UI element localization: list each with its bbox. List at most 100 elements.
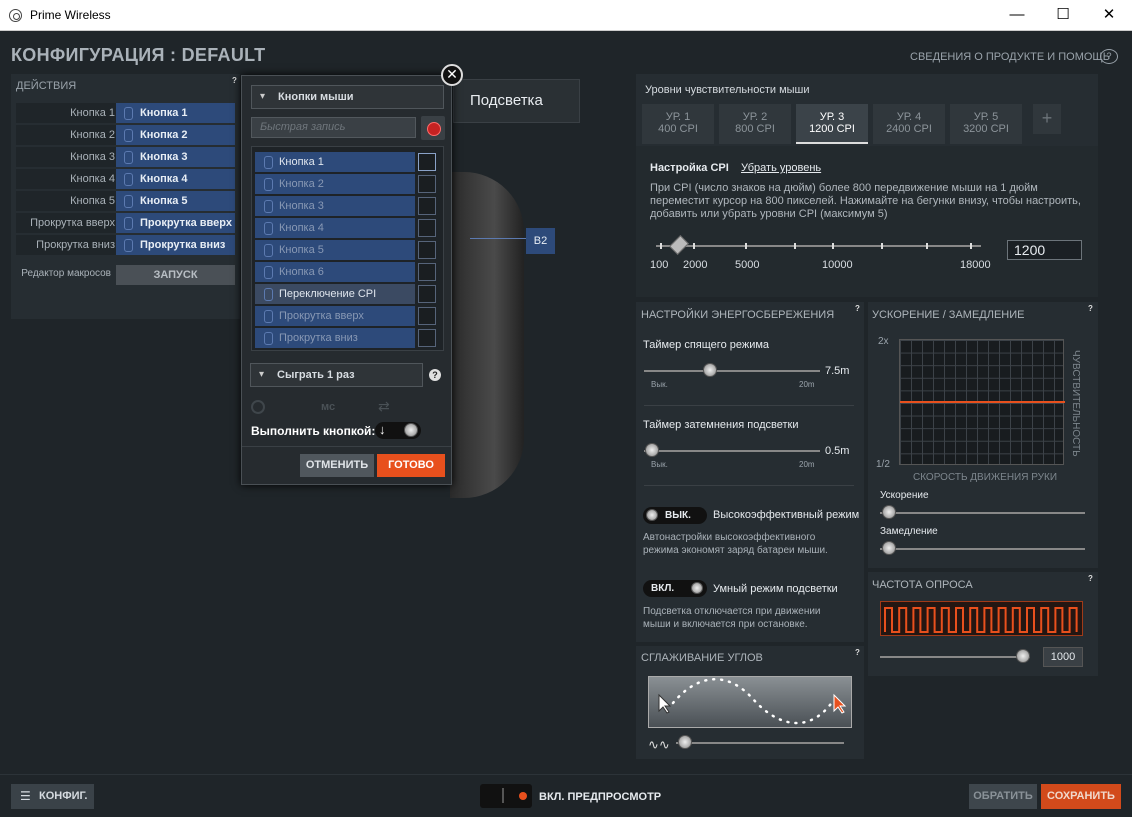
button-list-checkbox[interactable]: [418, 153, 436, 171]
cpi-level-tab[interactable]: УР. 5 3200 CPI: [950, 104, 1022, 144]
dim-timer-knob[interactable]: [645, 443, 660, 457]
product-help-link[interactable]: СВЕДЕНИЯ О ПРОДУКТЕ И ПОМОЩЬ: [910, 51, 1110, 63]
mouse-button-b2[interactable]: B2: [526, 228, 555, 254]
play-mode-dropdown[interactable]: Сыграть 1 раз: [250, 363, 423, 387]
divider: [242, 446, 451, 447]
play-help-icon[interactable]: ?: [429, 369, 441, 381]
cpi-slider-track[interactable]: [656, 245, 981, 247]
smoothing-knob[interactable]: [678, 735, 692, 749]
button-list-item[interactable]: Прокрутка вверх: [255, 306, 415, 326]
button-list-checkbox[interactable]: [418, 219, 436, 237]
level-cpi: 3200 CPI: [963, 123, 1009, 135]
button-list-item[interactable]: Кнопка 3: [255, 196, 415, 216]
polling-knob[interactable]: [1016, 649, 1030, 663]
action-value-button[interactable]: Кнопка 4: [116, 169, 235, 189]
button-list-item[interactable]: Прокрутка вниз: [255, 328, 415, 348]
launch-macro-button[interactable]: ЗАПУСК: [116, 265, 235, 285]
divider: [644, 485, 854, 486]
mouse-image: [450, 172, 524, 498]
accel-help-icon[interactable]: ?: [1086, 304, 1095, 313]
hi-eff-toggle[interactable]: ВЫК.: [643, 507, 707, 524]
button-list-item[interactable]: Кнопка 4: [255, 218, 415, 238]
cpi-scale-label: 2000: [683, 259, 708, 271]
category-dropdown[interactable]: Кнопки мыши: [251, 85, 444, 109]
tab-backlight[interactable]: Подсветка: [453, 79, 580, 123]
pause-icon: [251, 400, 265, 414]
add-level-button[interactable]: +: [1033, 104, 1061, 134]
polling-help-icon[interactable]: ?: [1086, 574, 1095, 583]
help-icon[interactable]: ?: [1100, 49, 1118, 64]
action-value-button[interactable]: Кнопка 2: [116, 125, 235, 145]
acceleration-track[interactable]: [880, 512, 1085, 514]
action-value-button[interactable]: Кнопка 3: [116, 147, 235, 167]
button-list-item[interactable]: Кнопка 2: [255, 174, 415, 194]
button-list-item[interactable]: Переключение CPI: [255, 284, 415, 304]
polling-value[interactable]: 1000: [1043, 647, 1083, 667]
smoothing-help-icon[interactable]: ?: [853, 648, 862, 657]
save-button[interactable]: СОХРАНИТЬ: [1041, 784, 1121, 809]
action-value-button[interactable]: Кнопка 5: [116, 191, 235, 211]
preview-toggle[interactable]: [480, 784, 532, 808]
revert-button[interactable]: ОБРАТИТЬ: [969, 784, 1037, 809]
cursor-icon: [658, 693, 672, 714]
smoothing-panel: СГЛАЖИВАНИЕ УГЛОВ ? ∿∿: [636, 646, 864, 759]
accel-x-axis-label: СКОРОСТЬ ДВИЖЕНИЯ РУКИ: [913, 472, 1058, 483]
smart-light-desc: Подсветка отключается при движении мыши …: [643, 606, 821, 630]
cpi-value-input[interactable]: 1200: [1007, 240, 1082, 260]
quick-record-input[interactable]: Быстрая запись: [251, 117, 416, 138]
button-list-checkbox[interactable]: [418, 329, 436, 347]
button-list-checkbox[interactable]: [418, 263, 436, 281]
button-list-checkbox[interactable]: [418, 241, 436, 259]
power-help-icon[interactable]: ?: [853, 304, 862, 313]
config-button[interactable]: ☰ КОНФИГ.: [11, 784, 94, 809]
cpi-level-tab[interactable]: УР. 4 2400 CPI: [873, 104, 945, 144]
polling-panel: ЧАСТОТА ОПРОСА ? 1000: [868, 572, 1098, 676]
action-value-button[interactable]: Прокрутка вниз: [116, 235, 235, 255]
cpi-level-tab[interactable]: УР. 1 400 CPI: [642, 104, 714, 144]
remove-level-link[interactable]: Убрать уровень: [741, 162, 821, 174]
sleep-timer-knob[interactable]: [703, 363, 717, 377]
power-panel: НАСТРОЙКИ ЭНЕРГОСБЕРЕЖЕНИЯ ? Таймер спящ…: [636, 302, 864, 642]
level-cpi: 800 CPI: [735, 123, 775, 135]
smoothing-preview: [648, 676, 852, 728]
smoothing-track[interactable]: [676, 742, 844, 744]
deceleration-knob[interactable]: [882, 541, 896, 555]
button-list-checkbox[interactable]: [418, 175, 436, 193]
cpi-tick: [926, 243, 928, 249]
grip-icon: [502, 788, 504, 803]
button-list-item[interactable]: Кнопка 6: [255, 262, 415, 282]
wave-icon: ∿∿: [648, 737, 670, 752]
record-button[interactable]: [421, 116, 445, 140]
cpi-level-tab[interactable]: УР. 2 800 CPI: [719, 104, 791, 144]
action-value-button[interactable]: Кнопка 1: [116, 103, 235, 123]
sleep-timer-track[interactable]: [644, 370, 820, 372]
cancel-button[interactable]: ОТМЕНИТЬ: [300, 454, 374, 477]
button-list-item[interactable]: Кнопка 1: [255, 152, 415, 172]
button-list-checkbox[interactable]: [418, 285, 436, 303]
maximize-button[interactable]: ☐: [1040, 4, 1086, 26]
accel-curve-line: [900, 401, 1065, 403]
cpi-scale-label: 5000: [735, 259, 760, 271]
action-label: Кнопка 1: [16, 103, 120, 123]
acceleration-knob[interactable]: [882, 505, 896, 519]
button-list-item[interactable]: Кнопка 5: [255, 240, 415, 260]
repeat-icon: ⇄: [378, 398, 390, 414]
actions-help-icon[interactable]: ?: [230, 76, 239, 85]
cpi-level-tab[interactable]: УР. 3 1200 CPI: [796, 104, 868, 144]
done-button[interactable]: ГОТОВО: [377, 454, 445, 477]
page-title: КОНФИГУРАЦИЯ : DEFAULT: [11, 45, 266, 65]
deceleration-track[interactable]: [880, 548, 1085, 550]
action-label: Кнопка 2: [16, 125, 120, 145]
button-list-checkbox[interactable]: [418, 307, 436, 325]
action-label: Кнопка 5: [16, 191, 120, 211]
close-popup-icon[interactable]: ✕: [441, 64, 463, 86]
polling-track[interactable]: [880, 656, 1030, 658]
execute-toggle[interactable]: ↓: [375, 422, 421, 439]
button-list-checkbox[interactable]: [418, 197, 436, 215]
action-label: Кнопка 3: [16, 147, 120, 167]
dim-timer-track[interactable]: [644, 450, 820, 452]
smart-light-toggle[interactable]: ВКЛ.: [643, 580, 707, 597]
close-window-button[interactable]: ✕: [1086, 4, 1132, 26]
minimize-button[interactable]: —: [994, 4, 1040, 26]
action-value-button[interactable]: Прокрутка вверх: [116, 213, 235, 233]
